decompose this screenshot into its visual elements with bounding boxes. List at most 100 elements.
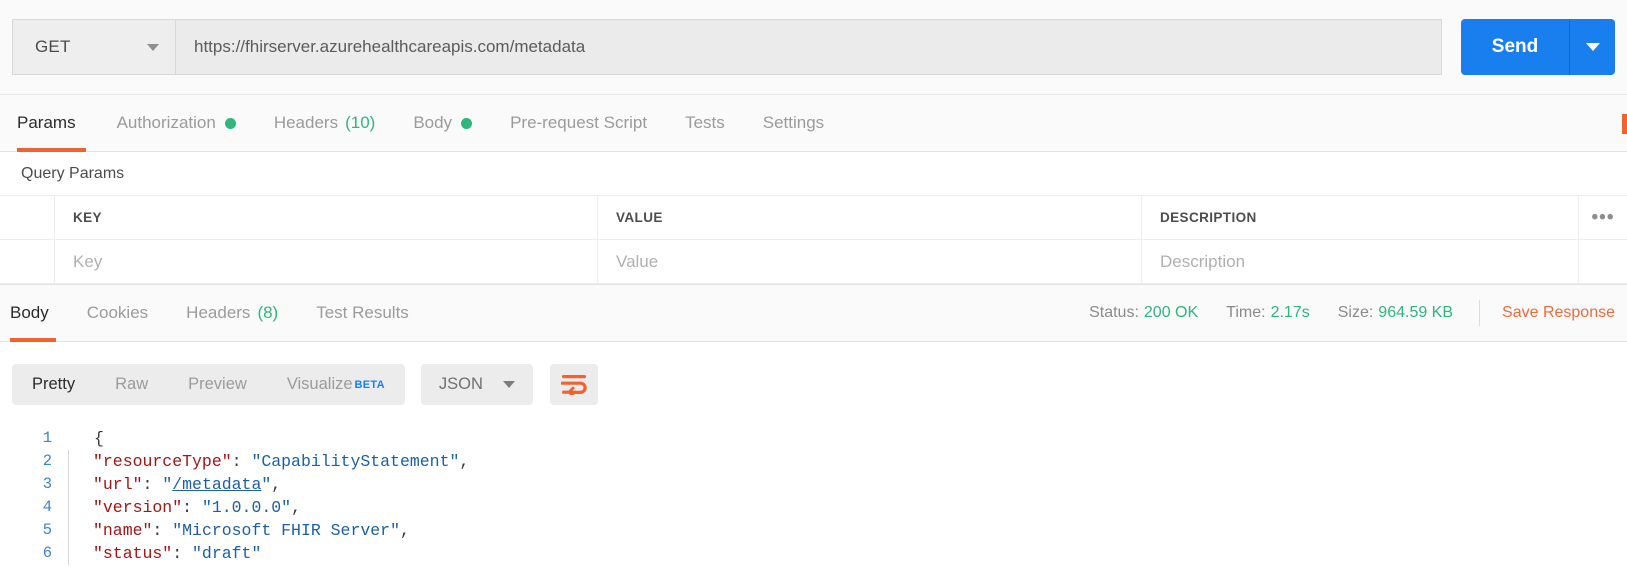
tab-params-label: Params bbox=[17, 113, 76, 132]
code-token: " bbox=[162, 475, 173, 494]
request-url-bar: GET https://fhirserver.azurehealthcareap… bbox=[0, 0, 1627, 95]
row-actions[interactable] bbox=[1579, 240, 1627, 283]
time-stat: Time: 2.17s bbox=[1226, 304, 1310, 322]
response-body-code[interactable]: 1{2 "resourceType": "CapabilityStatement"… bbox=[0, 427, 1627, 567]
code-line: 1{ bbox=[0, 427, 1627, 450]
request-url-input[interactable]: https://fhirserver.azurehealthcareapis.c… bbox=[175, 19, 1442, 75]
response-tab-cookies[interactable]: Cookies bbox=[68, 284, 167, 342]
query-params-header: Query Params bbox=[0, 152, 1627, 196]
select-all-checkbox-cell bbox=[0, 196, 55, 239]
response-view-mode-group: Pretty Raw Preview Visualize BETA bbox=[12, 364, 405, 405]
response-tab-headers-count: (8) bbox=[257, 303, 279, 322]
time-value: 2.17s bbox=[1270, 304, 1310, 321]
code-token: "CapabilityStatement" bbox=[251, 452, 460, 471]
code-text: "resourceType": "CapabilityStatement", bbox=[69, 450, 469, 473]
tab-headers-count: (10) bbox=[345, 113, 376, 132]
line-number: 5 bbox=[42, 521, 52, 539]
view-mode-visualize[interactable]: Visualize BETA bbox=[267, 364, 405, 405]
authorization-status-dot-icon bbox=[224, 117, 236, 129]
response-tab-cookies-label: Cookies bbox=[86, 303, 149, 322]
wrap-lines-button[interactable] bbox=[549, 364, 598, 405]
tab-settings[interactable]: Settings bbox=[744, 95, 843, 152]
code-line: 3 "url": "/metadata", bbox=[0, 473, 1627, 496]
code-text: "version": "1.0.0.0", bbox=[69, 496, 301, 519]
table-header-row: KEY VALUE DESCRIPTION ••• bbox=[0, 196, 1627, 240]
response-tabs-bar: Body Cookies Headers (8) Test Results St… bbox=[0, 284, 1627, 342]
query-params-title: Query Params bbox=[21, 164, 125, 182]
code-token: : bbox=[152, 521, 173, 540]
view-mode-raw-label: Raw bbox=[115, 375, 149, 393]
line-number: 2 bbox=[42, 452, 52, 470]
size-label: Size: bbox=[1337, 304, 1374, 321]
view-mode-raw[interactable]: Raw bbox=[95, 364, 168, 405]
code-token: "name" bbox=[93, 521, 153, 540]
body-status-dot-icon bbox=[461, 117, 473, 129]
response-stats: Status: 200 OK Time: 2.17s Size: 964.59 KB … bbox=[1061, 300, 1627, 326]
send-button-group: Send bbox=[1461, 19, 1615, 75]
tab-headers-label: Headers bbox=[273, 113, 339, 132]
response-tab-body[interactable]: Body bbox=[10, 284, 68, 342]
code-token: " bbox=[261, 475, 272, 494]
code-token: : bbox=[172, 544, 193, 563]
code-text: "status": "draft" bbox=[69, 542, 261, 565]
view-mode-pretty-label: Pretty bbox=[32, 375, 76, 393]
chevron-down-icon bbox=[1585, 43, 1600, 51]
response-format-select[interactable]: JSON bbox=[420, 364, 533, 405]
line-number: 1 bbox=[42, 429, 52, 447]
code-line: 6 "status": "draft" bbox=[0, 542, 1627, 565]
param-description-input[interactable]: Description bbox=[1142, 240, 1579, 283]
time-label: Time: bbox=[1226, 304, 1266, 321]
code-token: : bbox=[182, 498, 202, 517]
view-mode-preview[interactable]: Preview bbox=[168, 364, 267, 405]
bulk-edit-button[interactable]: ••• bbox=[1579, 196, 1627, 239]
code-token: { bbox=[94, 429, 104, 448]
tab-authorization[interactable]: Authorization bbox=[98, 95, 255, 152]
wrap-lines-icon bbox=[560, 375, 587, 395]
param-value-input[interactable]: Value bbox=[598, 240, 1142, 283]
response-tab-headers[interactable]: Headers (8) bbox=[167, 284, 297, 342]
response-tab-body-label: Body bbox=[10, 303, 49, 322]
code-lines: 1{2 "resourceType": "CapabilityStatement"… bbox=[0, 427, 1627, 565]
size-value: 964.59 KB bbox=[1378, 304, 1454, 321]
send-options-button[interactable] bbox=[1569, 19, 1615, 75]
code-token: "Microsoft FHIR Server" bbox=[172, 521, 400, 540]
request-tabs: Params Authorization Headers (10) Body P… bbox=[0, 95, 1627, 152]
tab-pre-request-script-label: Pre-request Script bbox=[510, 113, 648, 132]
tab-params[interactable]: Params bbox=[17, 95, 98, 152]
code-token: : bbox=[231, 452, 252, 471]
code-token: "status" bbox=[93, 544, 173, 563]
cookies-link-edge[interactable] bbox=[1622, 114, 1627, 134]
response-tab-test-results-label: Test Results bbox=[316, 303, 409, 322]
tab-headers[interactable]: Headers (10) bbox=[255, 95, 395, 152]
code-token: , bbox=[399, 521, 410, 540]
row-checkbox[interactable] bbox=[0, 240, 55, 283]
tab-tests[interactable]: Tests bbox=[666, 95, 744, 152]
http-method-select[interactable]: GET bbox=[12, 19, 175, 75]
beta-badge: BETA bbox=[354, 378, 385, 391]
column-header-value: VALUE bbox=[598, 196, 1142, 239]
code-token: "resourceType" bbox=[93, 452, 232, 471]
response-tab-headers-label: Headers bbox=[186, 303, 251, 322]
code-text: "name": "Microsoft FHIR Server", bbox=[69, 519, 410, 542]
column-header-key: KEY bbox=[55, 196, 598, 239]
line-number: 6 bbox=[42, 544, 52, 562]
code-link[interactable]: /metadata bbox=[172, 475, 261, 494]
code-token: , bbox=[271, 475, 282, 494]
ellipsis-icon: ••• bbox=[1591, 206, 1615, 228]
tab-body[interactable]: Body bbox=[394, 95, 491, 152]
code-token: "draft" bbox=[192, 544, 262, 563]
tab-tests-label: Tests bbox=[685, 113, 725, 132]
response-format-label: JSON bbox=[438, 375, 483, 393]
code-token: , bbox=[459, 452, 470, 471]
status-label: Status: bbox=[1089, 304, 1139, 321]
code-token: , bbox=[291, 498, 301, 517]
code-line: 4 "version": "1.0.0.0", bbox=[0, 496, 1627, 519]
view-mode-pretty[interactable]: Pretty bbox=[12, 364, 95, 405]
code-token: : bbox=[142, 475, 163, 494]
save-response-button[interactable]: Save Response bbox=[1502, 304, 1627, 322]
send-button[interactable]: Send bbox=[1461, 19, 1569, 75]
tab-settings-label: Settings bbox=[762, 113, 825, 132]
tab-pre-request-script[interactable]: Pre-request Script bbox=[491, 95, 666, 152]
response-tab-test-results[interactable]: Test Results bbox=[297, 284, 428, 342]
param-key-input[interactable]: Key bbox=[55, 240, 598, 283]
